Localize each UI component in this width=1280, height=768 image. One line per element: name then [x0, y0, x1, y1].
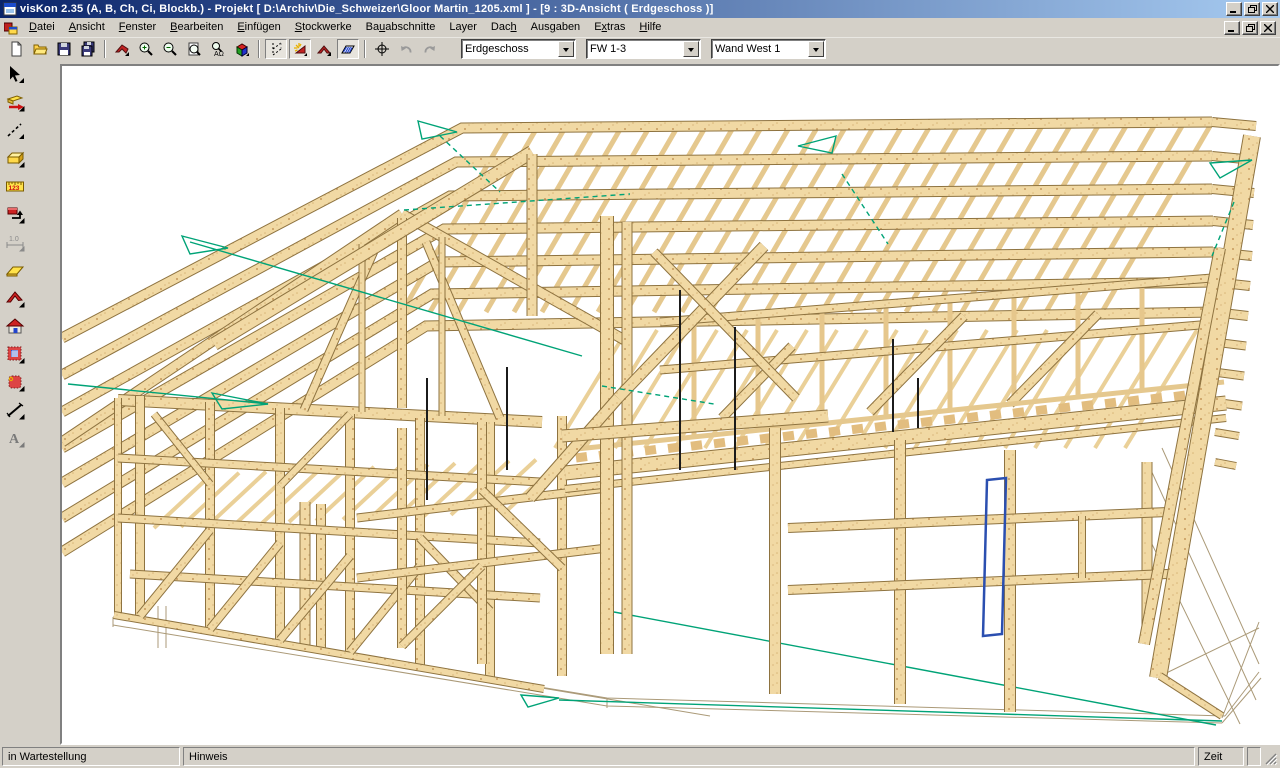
selected-member[interactable] — [983, 478, 1006, 636]
zoom-text-button[interactable]: AΩ — [207, 39, 229, 59]
title-bar: visKon 2.35 (A, B, Ch, Ci, Blockb.) - Pr… — [0, 0, 1280, 18]
menu-datei[interactable]: Datei — [22, 19, 62, 36]
frame-combobox[interactable]: FW 1-3 — [586, 39, 701, 59]
open-button[interactable] — [29, 39, 51, 59]
roof-surfaces-button[interactable] — [337, 39, 359, 59]
menu-bearbeiten[interactable]: Bearbeiten — [163, 19, 230, 36]
toolbar-separator — [104, 40, 106, 58]
measure-tool-button[interactable]: 123 — [2, 174, 28, 198]
menu-hilfe[interactable]: Hilfe — [632, 19, 668, 36]
main-toolbar: AΩ Erdgeschoss FW 1-3 Wand West 1 — [0, 38, 1280, 60]
view-3d-button[interactable] — [231, 39, 253, 59]
move-beam-tool-button[interactable] — [2, 202, 28, 226]
chevron-down-icon[interactable] — [683, 41, 699, 57]
roof-view-button[interactable] — [313, 39, 335, 59]
zoom-in-button[interactable] — [135, 39, 157, 59]
insert-beam-tool-button[interactable] — [2, 90, 28, 114]
app-icon — [3, 2, 17, 16]
undo-button[interactable] — [395, 39, 417, 59]
roof-tool-button[interactable] — [2, 286, 28, 310]
text-tool-button[interactable]: A — [2, 426, 28, 450]
svg-text:A: A — [9, 432, 20, 447]
plate-tool-button[interactable] — [2, 258, 28, 282]
menu-bauabschnitte[interactable]: Bauabschnitte — [359, 19, 443, 36]
insulation-tool-button[interactable] — [2, 370, 28, 394]
wall-combobox[interactable]: Wand West 1 — [711, 39, 826, 59]
line-tool-button[interactable] — [2, 398, 28, 422]
zoom-out-button[interactable] — [159, 39, 181, 59]
menu-dach[interactable]: Dach — [484, 19, 524, 36]
construction-line-tool-button[interactable] — [2, 118, 28, 142]
roof-section-button[interactable] — [111, 39, 133, 59]
chevron-down-icon[interactable] — [808, 41, 824, 57]
beam-3d-tool-button[interactable] — [2, 146, 28, 170]
menu-layer[interactable]: Layer — [442, 19, 484, 36]
storey-value: Erdgeschoss — [462, 43, 557, 55]
menu-extras[interactable]: Extras — [587, 19, 632, 36]
menu-fenster[interactable]: Fenster — [112, 19, 163, 36]
mdi-child-icon — [4, 21, 18, 35]
zoom-page-button[interactable] — [183, 39, 205, 59]
window-title: visKon 2.35 (A, B, Ch, Ci, Blockb.) - Pr… — [20, 3, 1222, 15]
3d-canvas[interactable] — [62, 66, 1278, 743]
status-bar: in Wartestellung Hinweis Zeit — [0, 745, 1280, 768]
dimension-tool-button[interactable]: 1.0 — [2, 230, 28, 254]
roof-light-button[interactable] — [289, 39, 311, 59]
mdi-restore-button[interactable] — [1242, 21, 1258, 35]
center-view-button[interactable] — [371, 39, 393, 59]
application-window: visKon 2.35 (A, B, Ch, Ci, Blockb.) - Pr… — [0, 0, 1280, 768]
save-button[interactable] — [53, 39, 75, 59]
save-all-button[interactable] — [77, 39, 99, 59]
frame-value: FW 1-3 — [587, 43, 682, 55]
status-mode: in Wartestellung — [2, 747, 180, 766]
svg-text:AΩ: AΩ — [214, 51, 224, 57]
mdi-close-button[interactable] — [1260, 21, 1276, 35]
surface-hatch-tool-button[interactable] — [2, 342, 28, 366]
wall-value: Wand West 1 — [712, 43, 807, 55]
new-button[interactable] — [5, 39, 27, 59]
building-tool-button[interactable] — [2, 314, 28, 338]
chevron-down-icon[interactable] — [558, 41, 574, 57]
menu-stockwerke[interactable]: Stockwerke — [288, 19, 359, 36]
redo-button[interactable] — [419, 39, 441, 59]
menu-bar: Datei Ansicht Fenster Bearbeiten Einfüge… — [0, 18, 1280, 38]
restore-button[interactable] — [1244, 2, 1260, 16]
menu-ausgaben[interactable]: Ausgaben — [524, 19, 588, 36]
menu-einfuegen[interactable]: Einfügen — [230, 19, 287, 36]
toolbar-separator — [258, 40, 260, 58]
3d-viewport[interactable] — [60, 64, 1280, 745]
status-time: Zeit — [1198, 747, 1244, 766]
tool-palette: 123 1.0 A — [0, 60, 30, 745]
toolbar-separator — [364, 40, 366, 58]
menu-ansicht[interactable]: Ansicht — [62, 19, 112, 36]
close-button[interactable] — [1262, 2, 1278, 16]
resize-grip[interactable] — [1264, 747, 1278, 766]
status-hint: Hinweis — [183, 747, 1195, 766]
svg-text:1.0: 1.0 — [9, 236, 19, 243]
minimize-button[interactable] — [1226, 2, 1242, 16]
status-extra — [1247, 747, 1261, 766]
storey-combobox[interactable]: Erdgeschoss — [461, 39, 576, 59]
mdi-minimize-button[interactable] — [1224, 21, 1240, 35]
walls-visibility-button[interactable] — [265, 39, 287, 59]
svg-text:123: 123 — [9, 185, 20, 192]
select-tool-button[interactable] — [2, 62, 28, 86]
